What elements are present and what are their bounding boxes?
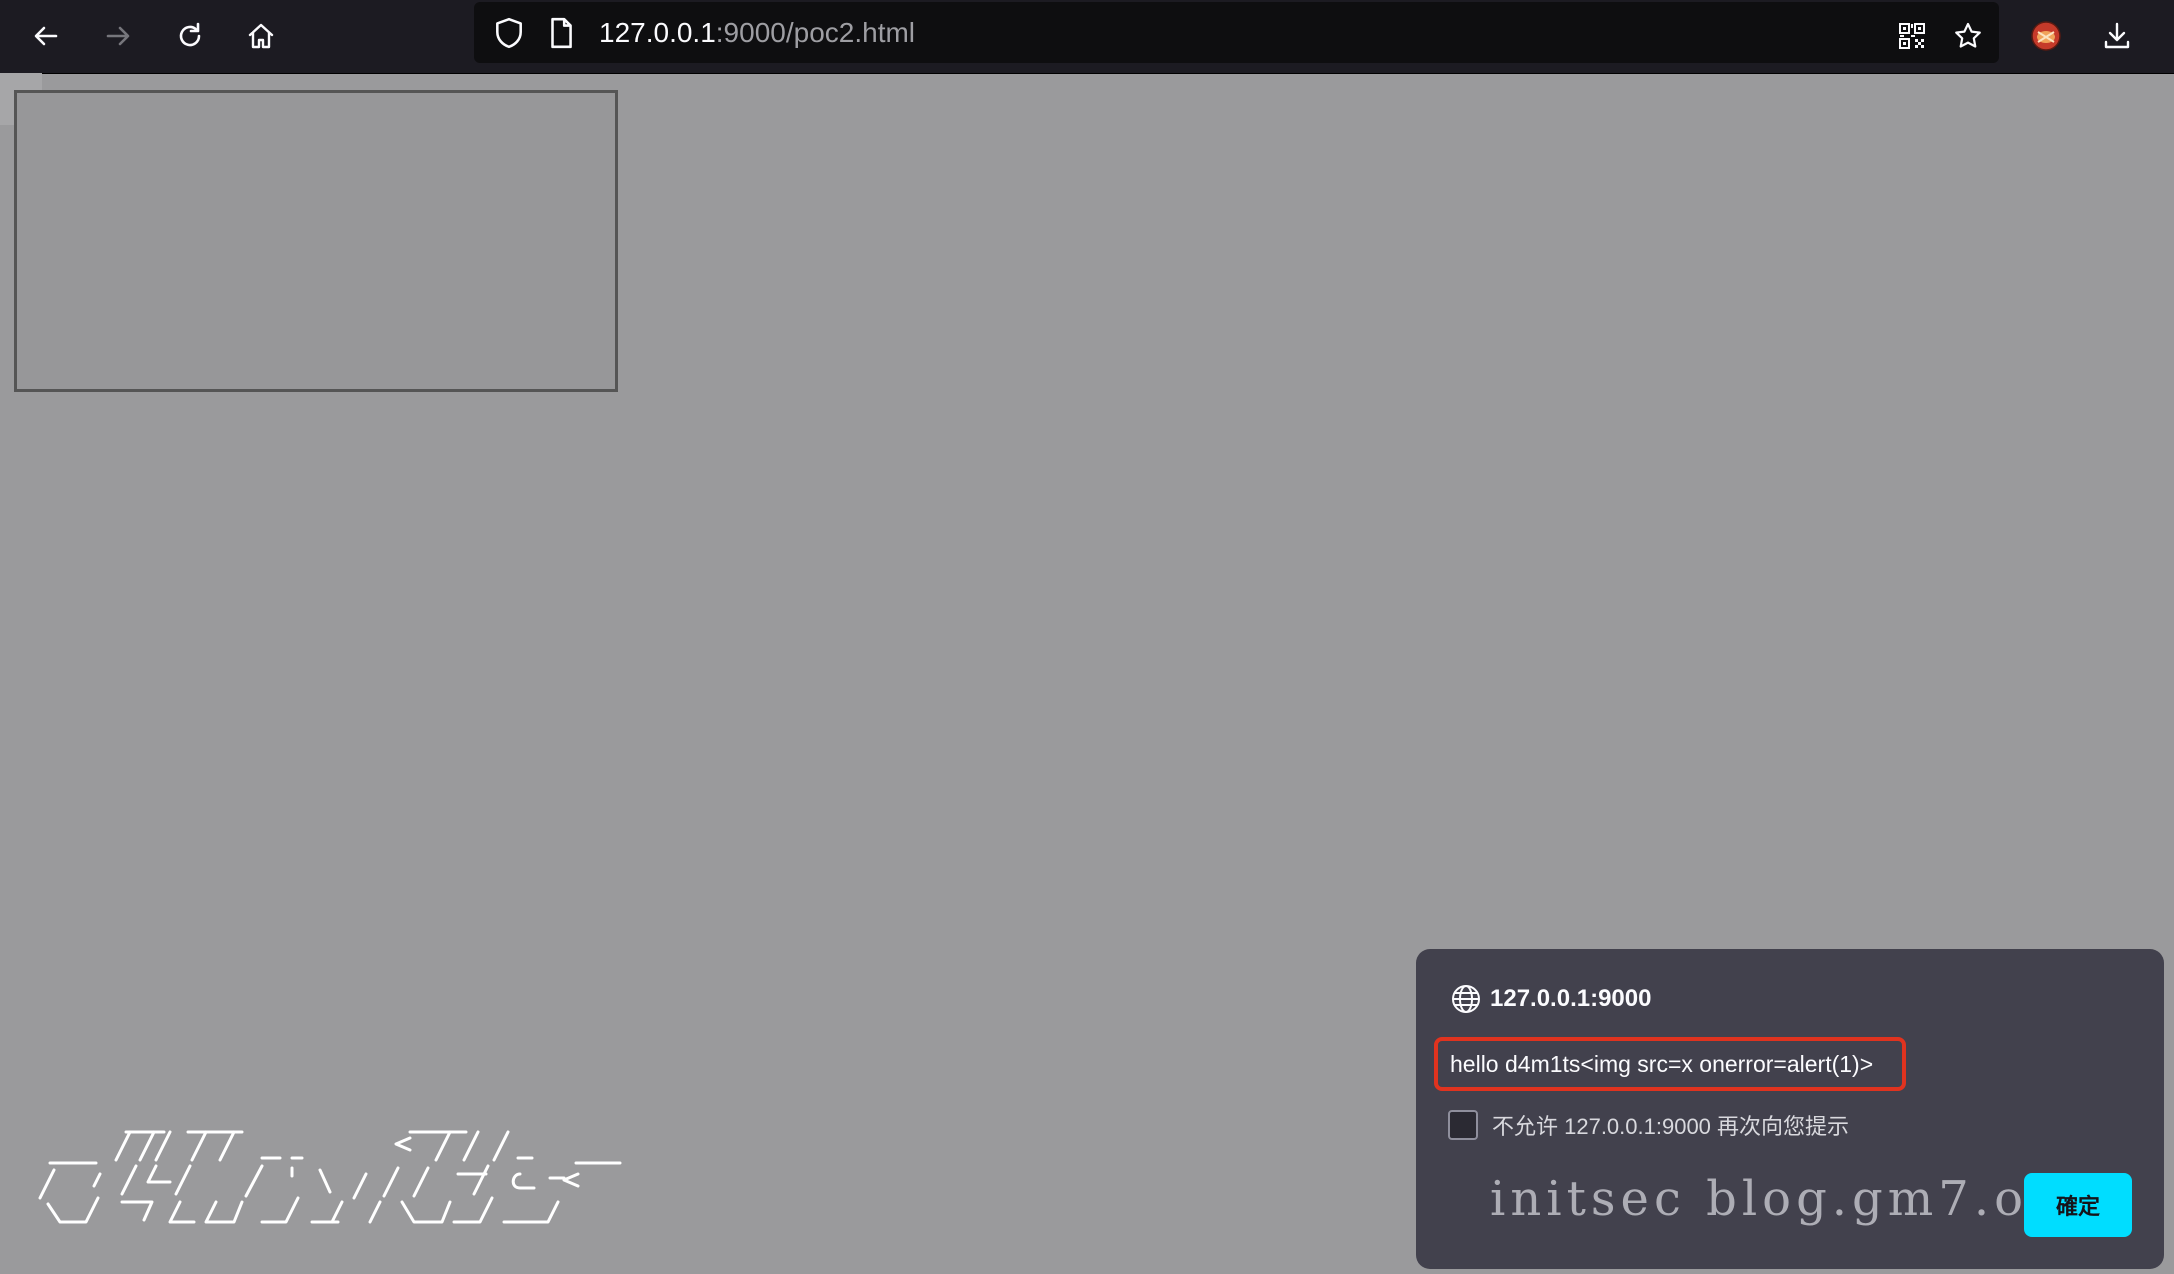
dialog-origin: 127.0.0.1:9000: [1450, 983, 1651, 1015]
bookmark-button[interactable]: [1944, 12, 1992, 60]
url-bar[interactable]: 127.0.0.1:9000/poc2.html: [474, 2, 1999, 63]
reload-button[interactable]: [166, 12, 214, 60]
suppress-prompts-checkbox[interactable]: [1448, 1110, 1478, 1140]
home-button[interactable]: [237, 12, 285, 60]
browser-toolbar: 127.0.0.1:9000/poc2.html: [0, 0, 2174, 74]
url-text[interactable]: 127.0.0.1:9000/poc2.html: [599, 16, 915, 50]
extension-avatar-icon: [2031, 21, 2061, 51]
ascii-art-logo: [38, 1130, 622, 1224]
url-path: :9000/poc2.html: [715, 17, 916, 48]
forward-button[interactable]: [94, 12, 142, 60]
qr-code-button[interactable]: [1888, 12, 1936, 60]
back-button[interactable]: [22, 12, 70, 60]
page-icon[interactable]: [544, 16, 578, 50]
embedded-frame[interactable]: [14, 90, 618, 392]
globe-icon: [1452, 985, 1480, 1013]
ok-button[interactable]: 確定: [2024, 1173, 2132, 1237]
star-icon: [1955, 22, 1981, 48]
home-icon: [248, 23, 274, 49]
reload-icon: [179, 22, 201, 47]
forward-arrow-icon: [106, 26, 130, 46]
url-host: 127.0.0.1: [599, 17, 716, 48]
download-icon: [2104, 22, 2130, 49]
dialog-message: hello d4m1ts<img src=x onerror=alert(1)>: [1434, 1037, 1906, 1091]
shield-icon[interactable]: [492, 16, 526, 50]
suppress-prompts-row[interactable]: 不允许 127.0.0.1:9000 再次向您提示: [1448, 1109, 1849, 1141]
downloads-button[interactable]: [2093, 12, 2141, 60]
alert-dialog: 127.0.0.1:9000 hello d4m1ts<img src=x on…: [1416, 949, 2164, 1269]
back-arrow-icon: [34, 26, 58, 46]
extension-button[interactable]: [2022, 12, 2070, 60]
watermark-text: initsec blog.gm7.org: [1490, 1171, 2092, 1227]
dialog-origin-text: 127.0.0.1:9000: [1490, 985, 1652, 1012]
qr-code-icon: [1899, 23, 1925, 49]
suppress-prompts-label: 不允许 127.0.0.1:9000 再次向您提示: [1492, 1114, 1850, 1139]
